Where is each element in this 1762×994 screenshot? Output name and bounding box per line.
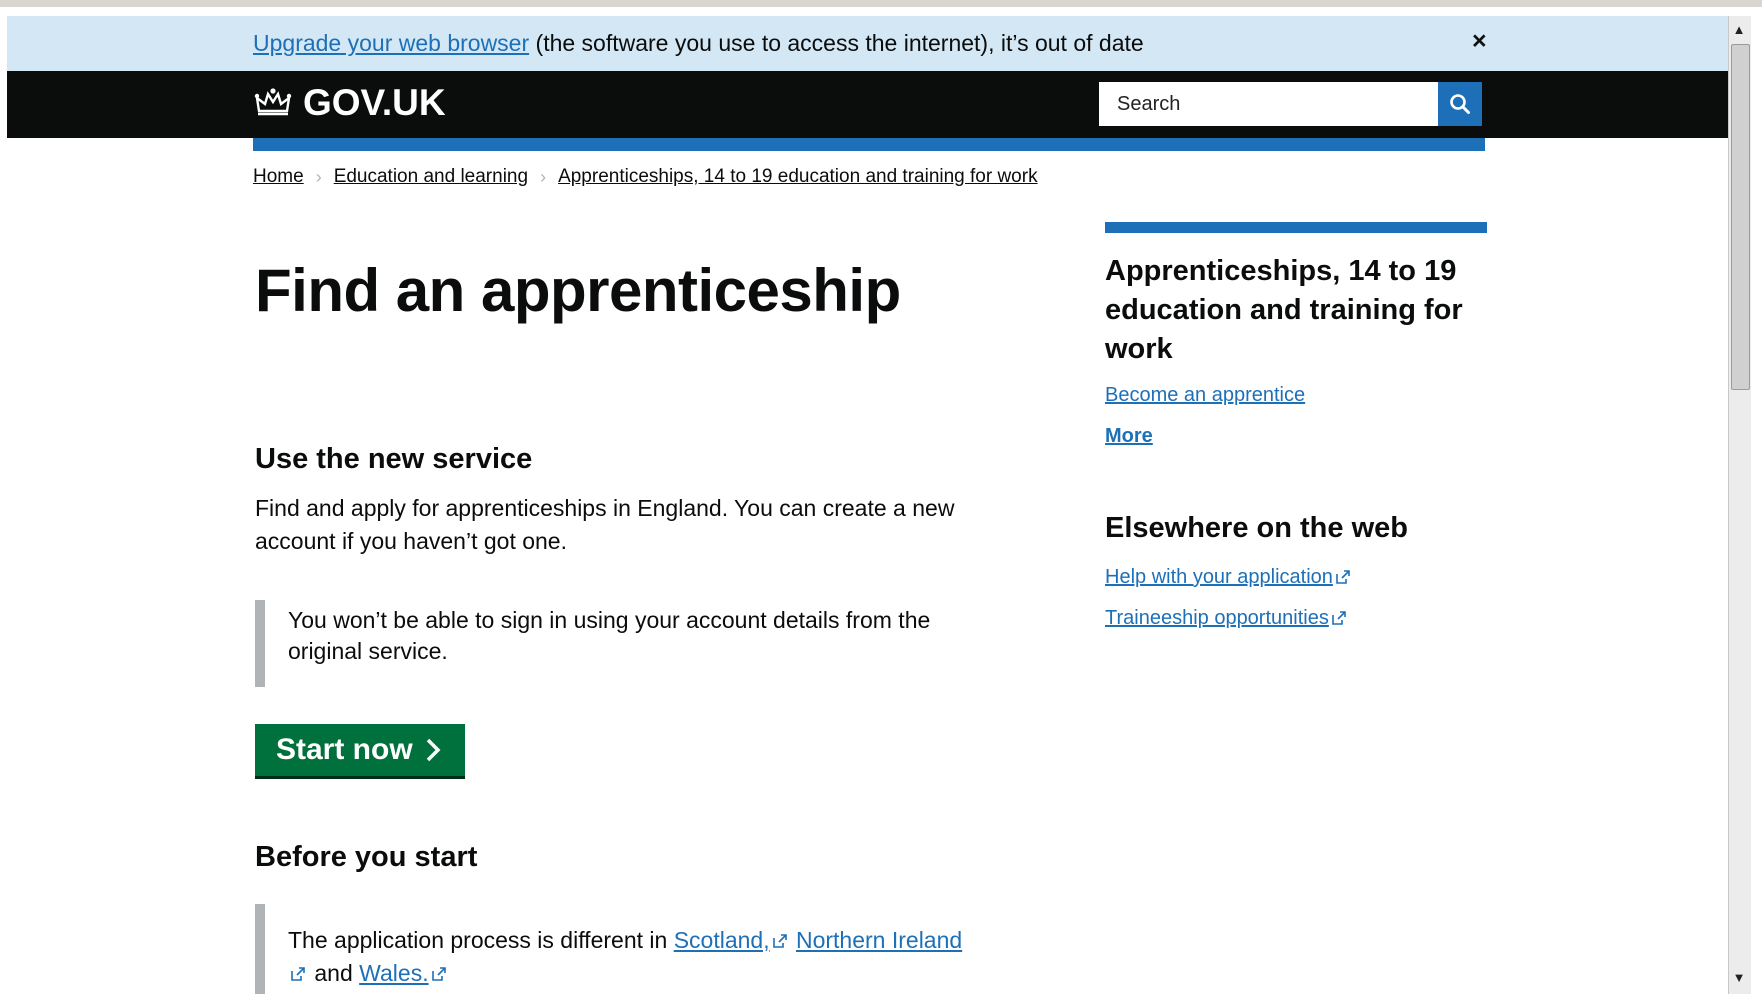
external-link-icon (1332, 610, 1346, 625)
help-application-link[interactable]: Help with your application (1105, 566, 1353, 589)
external-link-icon (431, 967, 446, 981)
breadcrumb-home[interactable]: Home (253, 166, 304, 188)
sidebar-blue-rule (1105, 222, 1487, 233)
external-link-icon (1336, 569, 1350, 584)
more-link[interactable]: More (1105, 425, 1153, 448)
search-button[interactable] (1438, 82, 1482, 126)
become-apprentice-link[interactable]: Become an apprentice (1105, 384, 1305, 407)
scroll-up-arrow-icon[interactable]: ▲ (1728, 18, 1750, 42)
application-process-inset: The application process is different in … (255, 904, 975, 994)
and-text: and (308, 960, 360, 986)
browser-upgrade-banner: Upgrade your web browser (the software y… (7, 16, 1728, 71)
inset-prefix-text: The application process is different in (288, 927, 674, 953)
sidebar-title: Apprenticeships, 14 to 19 education and … (1105, 255, 1463, 365)
banner-message: Upgrade your web browser (the software y… (253, 30, 1144, 57)
chevron-right-icon: › (315, 166, 322, 187)
close-icon[interactable]: × (1472, 27, 1487, 56)
breadcrumb-apprenticeships[interactable]: Apprenticeships, 14 to 19 education and … (558, 166, 1038, 188)
header-blue-rule (253, 138, 1485, 151)
breadcrumb: Home › Education and learning › Apprenti… (253, 166, 1038, 188)
external-link-icon (291, 967, 305, 981)
scrollbar-thumb[interactable] (1731, 44, 1750, 390)
page-title: Find an apprenticeship (255, 257, 901, 324)
external-link-icon (772, 934, 787, 948)
govuk-logo[interactable]: GOV.UK (253, 82, 446, 124)
start-button-label: Start now (276, 733, 413, 766)
crown-icon (254, 88, 292, 116)
wales-link[interactable]: Wales. (359, 960, 448, 986)
scotland-link[interactable]: Scotland, (674, 927, 790, 953)
logo-text: GOV.UK (303, 82, 446, 123)
search-input[interactable] (1099, 82, 1438, 126)
new-service-heading: Use the new service (255, 443, 533, 475)
chevron-right-icon: › (540, 166, 547, 187)
start-now-button[interactable]: Start now (255, 724, 465, 779)
traineeship-link[interactable]: Traineeship opportunities (1105, 607, 1349, 630)
upgrade-browser-link[interactable]: Upgrade your web browser (253, 30, 529, 56)
scroll-down-arrow-icon[interactable]: ▼ (1728, 966, 1750, 990)
chevron-right-icon (426, 738, 441, 762)
browser-toolbar-strip (0, 0, 1762, 7)
breadcrumb-education[interactable]: Education and learning (334, 166, 528, 188)
before-you-start-heading: Before you start (255, 841, 478, 873)
elsewhere-heading: Elsewhere on the web (1105, 512, 1408, 544)
search-icon (1450, 94, 1470, 114)
sign-in-inset-text: You won’t be able to sign in using your … (255, 600, 975, 687)
banner-text: (the software you use to access the inte… (529, 30, 1144, 56)
site-header: GOV.UK (7, 71, 1728, 138)
new-service-description: Find and apply for apprenticeships in En… (255, 495, 955, 554)
